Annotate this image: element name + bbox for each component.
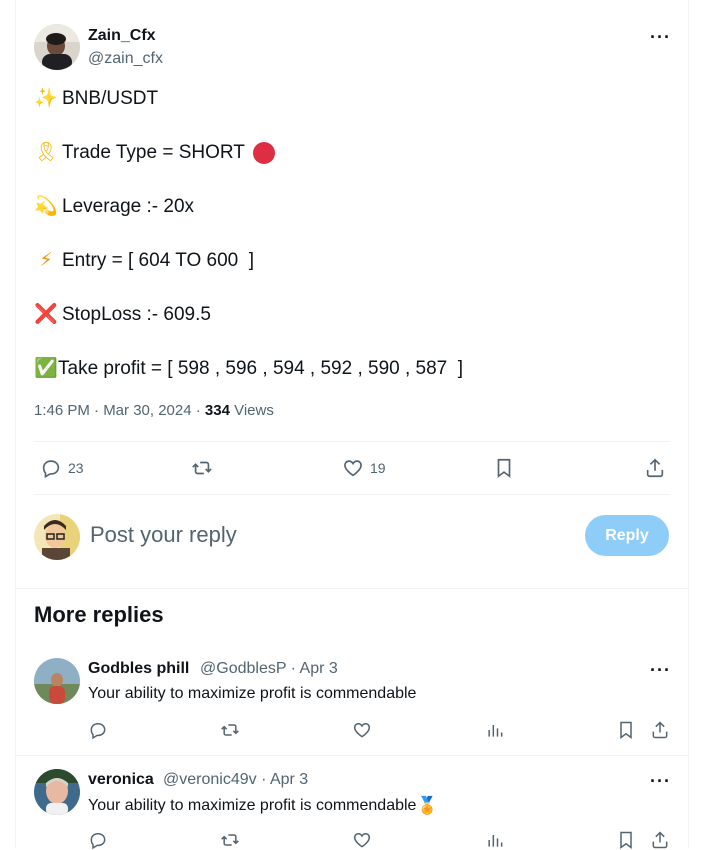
repost-icon (221, 834, 239, 846)
heart-icon (344, 460, 362, 477)
dizzy-star-icon: 💫 (34, 196, 58, 217)
reply-text-content: Your ability to maximize profit is comme… (88, 797, 417, 814)
post-line-text: Trade Type = SHORT (62, 142, 245, 163)
reply-avatar[interactable] (34, 658, 80, 704)
divider (34, 441, 670, 442)
sparkles-icon: ✨ (34, 88, 58, 109)
share-action[interactable] (650, 830, 670, 850)
more-replies-title: More replies (34, 602, 164, 627)
reply-author-name[interactable]: veronica (88, 771, 154, 789)
bookmark-icon (620, 721, 632, 739)
share-icon (652, 721, 668, 739)
repost-action[interactable] (219, 720, 241, 740)
author-name[interactable]: Zain_Cfx (88, 27, 156, 45)
divider (15, 755, 689, 756)
post-line-pair: ✨ BNB/USDT (34, 87, 158, 111)
medal-icon: 🏅 (416, 796, 438, 815)
repost-icon (221, 724, 239, 736)
like-action[interactable]: 19 (342, 457, 386, 479)
reply-icon (42, 460, 60, 479)
like-action[interactable] (352, 720, 372, 740)
reply-text-content: Your ability to maximize profit is comme… (88, 685, 417, 702)
red-circle-icon (252, 142, 275, 164)
post-line-trade-type: 🎗 Trade Type = SHORT (34, 141, 275, 165)
post-timestamp[interactable]: 1:46 PM · Mar 30, 2024 · (34, 402, 205, 419)
share-action[interactable] (650, 720, 670, 740)
author-handle[interactable]: @zain_cfx (88, 50, 163, 68)
reply-action[interactable]: 23 (40, 457, 84, 479)
reply-button[interactable]: Reply (585, 515, 669, 556)
share-action[interactable] (644, 457, 666, 479)
reply-action[interactable] (88, 830, 108, 850)
more-options-icon[interactable]: ··· (650, 772, 671, 790)
views-count: 334 (204, 402, 230, 419)
share-icon (652, 831, 668, 849)
cross-mark-icon: ❌ (34, 304, 58, 325)
reply-icon (90, 832, 106, 850)
heart-icon (353, 832, 371, 848)
reply-author-name[interactable]: Godbles phill (88, 660, 189, 678)
more-options-icon[interactable]: ··· (650, 28, 671, 46)
post-line-text: Take profit = [ 598 , 596 , 594 , 592 , … (58, 358, 464, 379)
post-line-entry: ⚡ Entry = [ 604 TO 600 ] (34, 249, 254, 273)
share-icon (646, 458, 664, 478)
analytics-icon (488, 725, 503, 737)
post-line-stoploss: ❌ StopLoss :- 609.5 (34, 303, 211, 327)
divider (34, 494, 670, 495)
bookmark-action[interactable] (493, 457, 515, 479)
reply-count: 23 (68, 460, 84, 476)
post-line-text: BNB/USDT (62, 88, 159, 109)
check-mark-icon: ✅ (34, 358, 58, 379)
reply-meta[interactable]: @GodblesP · Apr 3 (200, 660, 338, 678)
views-action[interactable] (485, 830, 505, 850)
views-label: Views (229, 402, 274, 419)
reply-meta[interactable]: @veronic49v · Apr 3 (163, 771, 308, 789)
bookmark-action[interactable] (616, 830, 636, 850)
more-options-icon[interactable]: ··· (650, 661, 671, 679)
reply-input[interactable]: Post your reply (90, 522, 237, 548)
current-user-avatar[interactable] (34, 514, 80, 560)
post-meta: 1:46 PM · Mar 30, 2024 · 334 Views (34, 402, 274, 419)
bookmark-icon (620, 831, 632, 849)
bookmark-action[interactable] (616, 720, 636, 740)
views-action[interactable] (485, 720, 505, 740)
repost-action[interactable] (219, 830, 241, 850)
lightning-icon: ⚡ (39, 250, 53, 271)
bookmark-icon (497, 458, 511, 478)
post-line-text: Leverage :- 20x (62, 196, 195, 217)
repost-icon (192, 461, 212, 475)
reply-text: Your ability to maximize profit is comme… (88, 685, 416, 703)
section-divider (15, 588, 689, 589)
post-line-text: Entry = [ 604 TO 600 ] (62, 250, 255, 271)
analytics-icon (488, 835, 503, 847)
reply-avatar[interactable] (34, 769, 80, 815)
post-line-take-profit: ✅ Take profit = [ 598 , 596 , 594 , 592 … (34, 357, 463, 381)
post-line-leverage: 💫 Leverage :- 20x (34, 195, 194, 219)
repost-action[interactable] (190, 457, 214, 479)
like-count: 19 (370, 460, 386, 476)
like-action[interactable] (352, 830, 372, 850)
reply-icon (90, 722, 106, 740)
author-avatar[interactable] (34, 24, 80, 70)
heart-icon (353, 722, 371, 738)
reply-text: Your ability to maximize profit is comme… (88, 796, 438, 816)
ribbon-icon: 🎗 (34, 142, 59, 163)
post-line-text: StopLoss :- 609.5 (62, 304, 211, 325)
reply-action[interactable] (88, 720, 108, 740)
